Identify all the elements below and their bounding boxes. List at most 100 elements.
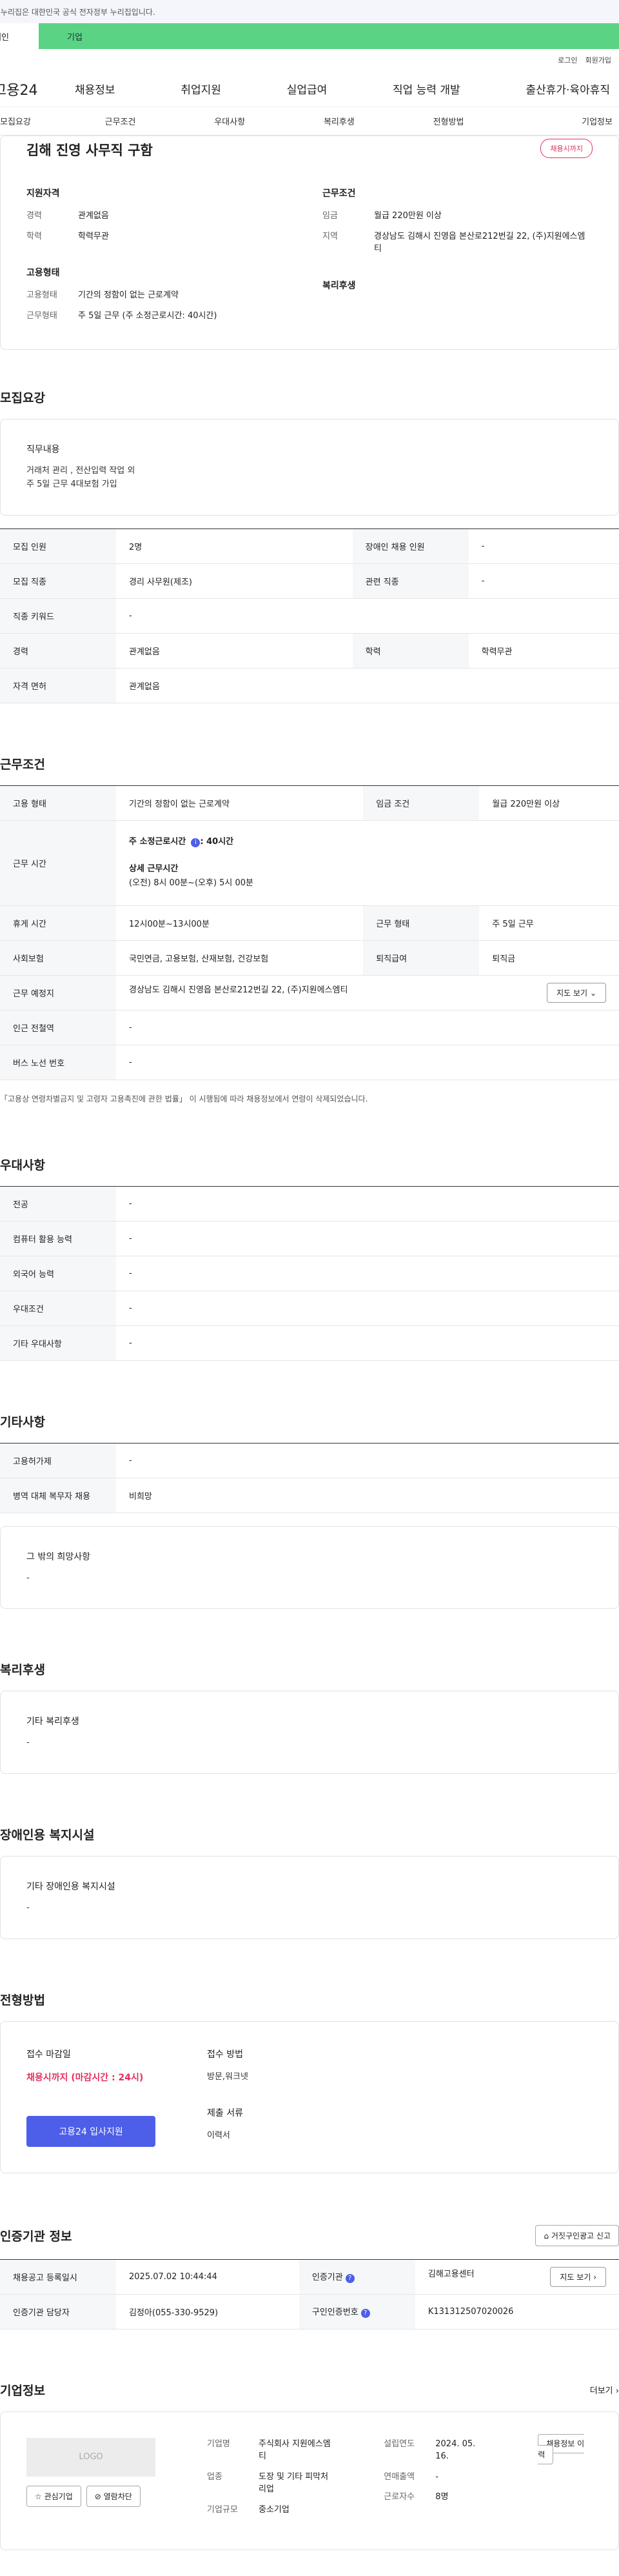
table-header-cell: 학력 bbox=[352, 633, 469, 669]
table-cell: - bbox=[116, 1010, 619, 1045]
table-cell: 경리 사무원(제조) bbox=[116, 563, 353, 599]
table-cell: 관계없음 bbox=[116, 633, 353, 669]
table-header-cell: 인증기관 담당자 bbox=[0, 2294, 116, 2329]
agency-title: 인증기관 정보 bbox=[0, 2229, 72, 2244]
table-cell: 12시00분~13시00분 bbox=[116, 905, 364, 941]
table-header-cell: 전공 bbox=[0, 1186, 116, 1222]
gov-banner: 이 누리집은 대한민국 공식 전자정부 누리집입니다. bbox=[0, 0, 619, 23]
qualification-heading: 지원자격 bbox=[26, 188, 60, 199]
welfare-heading: 복리후생 bbox=[322, 280, 356, 291]
company-title: 기업정보 bbox=[0, 2383, 45, 2398]
subnav-recruit[interactable]: 모집요강 bbox=[0, 115, 66, 127]
subnav-company[interactable]: 기업정보 bbox=[503, 115, 619, 127]
utility-bar: 로그인 회원가입 bbox=[0, 49, 619, 71]
agency-map-button[interactable]: 지도 보기 › bbox=[550, 2266, 606, 2287]
table-cell: - bbox=[116, 1045, 619, 1080]
age-note: 「고용상 연령차별금지 및 고령자 고용촉진에 관한 법률」 이 시행됨에 따라… bbox=[0, 1094, 368, 1103]
block-button[interactable]: ⊘ 열람차단 bbox=[86, 2485, 141, 2507]
table-header-cell: 구인인증번호? bbox=[299, 2294, 415, 2329]
pref-table: 전공 - 컴퓨터 활용 능력 - 외국어 능력 - 우대조건 - 기타 우대사항 - bbox=[0, 1185, 619, 1361]
table-header-cell: 모집 인원 bbox=[0, 528, 116, 564]
table-header-cell: 사회보험 bbox=[0, 940, 116, 976]
tab-individual[interactable]: 개인 bbox=[0, 23, 39, 49]
job-title: 김해 진영 사무직 구함 bbox=[26, 143, 153, 158]
company-card: LOGO ☆ 관심기업 ⊘ 열람차단 기업명 주식회사 지원에스엠티 업종 도장 및… bbox=[0, 2411, 619, 2551]
table-cell: 관계없음 bbox=[116, 668, 619, 703]
work-table: 고용 형태 기간의 정함이 없는 근로계약 임금 조건 월급 220만원 이상 근무 … bbox=[0, 785, 619, 1080]
disabled-title: 장애인용 복지시설 bbox=[0, 1828, 95, 1843]
table-header-cell: 고용 형태 bbox=[0, 785, 116, 821]
table-cell: 기간의 정함이 없는 근로계약 bbox=[116, 785, 364, 821]
table-header-cell: 장애인 채용 인원 bbox=[352, 528, 469, 564]
work-title: 근무조건 bbox=[0, 757, 45, 772]
table-row: 경력 관계없음 학력 학력무관 bbox=[0, 633, 619, 669]
subnav-preferences[interactable]: 우대사항 bbox=[175, 115, 284, 127]
pref-title: 우대사항 bbox=[0, 1158, 45, 1172]
history-button[interactable]: 채용정보 이력 bbox=[538, 2433, 585, 2464]
table-header-cell: 버스 노선 번호 bbox=[0, 1045, 116, 1080]
chevron-down-icon: ⌄ bbox=[589, 988, 596, 998]
info-icon[interactable]: i bbox=[191, 838, 201, 847]
welfare-card: 기타 복리후생 - bbox=[0, 1691, 619, 1775]
like-button[interactable]: ☆ 관심기업 bbox=[26, 2485, 81, 2507]
table-cell: 김정아(055-330-9529) bbox=[116, 2294, 299, 2329]
table-cell: - bbox=[468, 528, 619, 564]
table-header-cell: 기타 우대사항 bbox=[0, 1325, 116, 1361]
report-button[interactable]: ⌂ 거짓구인광고 신고 bbox=[535, 2224, 619, 2246]
select-title: 전형방법 bbox=[0, 1993, 45, 2007]
table-cell: 경상남도 김해시 진영읍 본산로212번길 22, (주)지원에스엠티 지도 보기… bbox=[116, 975, 619, 1011]
table-header-cell: 직종 키워드 bbox=[0, 598, 116, 634]
login-link[interactable]: 로그인 bbox=[558, 55, 577, 65]
table-cell: 월급 220만원 이상 bbox=[479, 785, 619, 821]
table-row: 모집 직종 경리 사무원(제조) 관련 직종 - bbox=[0, 563, 619, 599]
gnb-item-support[interactable]: 취업지원 bbox=[181, 81, 221, 97]
etc-title: 기타사항 bbox=[0, 1414, 45, 1429]
table-header-cell: 병역 대체 복무자 채용 bbox=[0, 1478, 116, 1513]
subnav-conditions[interactable]: 근무조건 bbox=[66, 115, 175, 127]
table-header-cell: 인증기관? bbox=[299, 2259, 415, 2295]
table-header-cell: 우대조건 bbox=[0, 1291, 116, 1326]
home-icon: ⌂ bbox=[544, 2231, 549, 2240]
more-link[interactable]: 더보기 › bbox=[590, 2384, 619, 2396]
map-button[interactable]: 지도 보기 ⌄ bbox=[547, 982, 606, 1003]
table-cell: - bbox=[116, 1186, 619, 1222]
user-type-tabs: 개인 기업 bbox=[0, 23, 619, 49]
table-cell: 퇴직금 bbox=[479, 940, 619, 976]
table-header-cell: 관련 직종 bbox=[352, 563, 469, 599]
duty-card: 직무내용 거래처 관리 , 전산입력 작업 외 주 5일 근무 4대보험 가입 bbox=[0, 419, 619, 516]
subnav-welfare[interactable]: 복리후생 bbox=[284, 115, 394, 127]
table-cell: - bbox=[116, 1443, 619, 1478]
wish-card: 그 밖의 희망사항 - bbox=[0, 1525, 619, 1609]
company-logo: LOGO bbox=[26, 2437, 155, 2477]
agency-table: 채용공고 등록일시 2025.07.02 10:44:44 인증기관? 김해고용센터 지… bbox=[0, 2259, 619, 2329]
table-header-cell: 모집 직종 bbox=[0, 563, 116, 599]
subnav-selection[interactable]: 전형방법 bbox=[394, 115, 504, 127]
table-header-cell: 외국어 능력 bbox=[0, 1256, 116, 1291]
conditions-heading: 근무조건 bbox=[322, 188, 356, 199]
section-nav: 모집요강 근무조건 우대사항 복리후생 전형방법 기업정보 bbox=[0, 107, 619, 136]
global-nav: 고용24 채용정보 취업지원 실업급여 직업 능력 개발 출산휴가·육아휴직 bbox=[0, 71, 619, 107]
disabled-card: 기타 장애인용 복지시설 - bbox=[0, 1856, 619, 1939]
gnb-item-training[interactable]: 직업 능력 개발 bbox=[393, 81, 460, 97]
apply-button[interactable]: 고용24 입사지원 bbox=[26, 2115, 155, 2147]
tab-corporate[interactable]: 기업 bbox=[39, 23, 619, 49]
signup-link[interactable]: 회원가입 bbox=[585, 55, 611, 65]
table-header-cell: 고용허가제 bbox=[0, 1443, 116, 1478]
gnb-item-jobs[interactable]: 채용정보 bbox=[75, 81, 115, 97]
table-header-cell: 컴퓨터 활용 능력 bbox=[0, 1221, 116, 1256]
info-icon[interactable]: ? bbox=[360, 2309, 370, 2319]
apply-card: 접수 마감일 채용시까지 (마감시간 : 24시) 고용24 입사지원 접수 방… bbox=[0, 2020, 619, 2173]
deadline-value: 채용시까지 (마감시간 : 24시) bbox=[26, 2072, 144, 2083]
gnb-item-unemployment[interactable]: 실업급여 bbox=[287, 81, 328, 97]
table-header-cell: 인근 전철역 bbox=[0, 1010, 116, 1045]
site-logo[interactable]: 고용24 bbox=[0, 79, 64, 99]
table-header-cell: 자격 면허 bbox=[0, 668, 116, 703]
table-header-cell: 근무 형태 bbox=[363, 905, 480, 941]
gnb-item-leave[interactable]: 출산휴가·육아휴직 bbox=[526, 81, 610, 97]
info-icon[interactable]: ? bbox=[345, 2274, 355, 2284]
employment-heading: 고용형태 bbox=[26, 268, 60, 278]
table-row: 자격 면허 관계없음 bbox=[0, 668, 619, 703]
etc-table: 고용허가제 - 병역 대체 복무자 채용 비희망 bbox=[0, 1442, 619, 1513]
welfare-title: 복리후생 bbox=[0, 1663, 45, 1678]
table-cell: 비희망 bbox=[116, 1478, 619, 1513]
